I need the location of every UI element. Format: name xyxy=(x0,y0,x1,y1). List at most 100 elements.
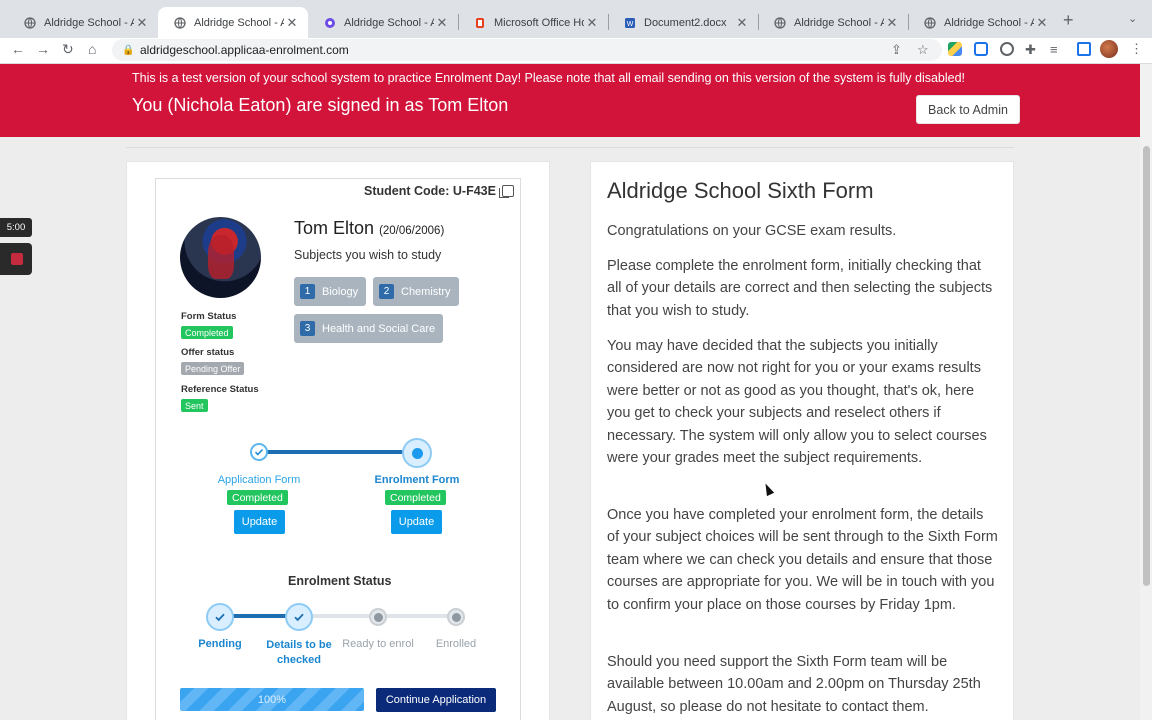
close-tab-icon[interactable]: ✕ xyxy=(734,15,750,31)
pending-step-check-icon xyxy=(206,603,234,631)
close-tab-icon[interactable]: ✕ xyxy=(434,15,450,31)
reference-status-badge: Sent xyxy=(181,399,208,412)
subject-number: 1 xyxy=(300,284,315,299)
subject-chip-health-social-care: 3 Health and Social Care xyxy=(294,314,444,343)
side-panel-icon[interactable] xyxy=(1077,42,1091,56)
subject-number: 3 xyxy=(300,321,315,336)
offer-status-badge: Pending Offer xyxy=(181,362,245,375)
reference-status-label: Reference Status xyxy=(181,384,259,395)
browser-tab[interactable]: Aldridge School - A S ✕ xyxy=(308,7,458,38)
browser-tab[interactable]: Aldridge School - A S ✕ xyxy=(758,7,908,38)
subjects-title: Subjects you wish to study xyxy=(294,248,442,262)
close-tab-icon[interactable]: ✕ xyxy=(1034,15,1050,31)
info-paragraph: You may have decided that the subjects y… xyxy=(607,338,987,467)
browser-tab-active[interactable]: Aldridge School - A S ✕ xyxy=(158,7,308,38)
share-icon[interactable]: ⇪ xyxy=(891,42,902,58)
subject-chip-chemistry: 2 Chemistry xyxy=(373,277,459,306)
enrolment-step-current-icon xyxy=(402,438,432,468)
subject-name: Chemistry xyxy=(401,285,451,298)
test-notice: This is a test version of your school sy… xyxy=(132,71,966,85)
extension-icon[interactable] xyxy=(1000,42,1014,56)
reading-list-icon[interactable]: ≡ xyxy=(1050,42,1058,57)
tab-search-icon[interactable]: ⌄ xyxy=(1128,12,1137,25)
stop-recording-button[interactable] xyxy=(0,243,32,275)
url-text: aldridgeschool.applicaa-enrolment.com xyxy=(140,43,349,57)
drive-extension-icon[interactable] xyxy=(948,42,962,56)
enrolment-form-status-badge: Completed xyxy=(385,490,446,505)
back-arrow-icon[interactable]: ← xyxy=(11,41,25,57)
word-icon: W xyxy=(624,17,636,29)
office-icon xyxy=(474,17,486,29)
globe-icon xyxy=(24,16,36,29)
subject-number: 2 xyxy=(379,284,394,299)
tab-separator xyxy=(908,14,909,30)
step-enrolled-label: Enrolled xyxy=(435,638,477,650)
subject-name: Health and Social Care xyxy=(322,322,436,335)
browser-tab[interactable]: Aldridge School - A S ✕ xyxy=(908,7,1058,38)
update-application-button[interactable]: Update xyxy=(234,510,285,534)
close-tab-icon[interactable]: ✕ xyxy=(884,15,900,31)
scrollbar-thumb[interactable] xyxy=(1143,146,1150,586)
browser-tab[interactable]: W Document2.docx ✕ xyxy=(608,7,758,38)
student-name: Tom Elton (20/06/2006) xyxy=(294,218,444,239)
enrolment-status-title: Enrolment Status xyxy=(288,574,392,588)
kebab-menu-icon[interactable]: ⋮ xyxy=(1130,41,1143,57)
browser-tab[interactable]: Aldridge School - A S ✕ xyxy=(8,7,158,38)
tab-separator xyxy=(458,14,459,30)
svg-text:W: W xyxy=(627,21,634,28)
address-bar[interactable]: 🔒 aldridgeschool.applicaa-enrolment.com xyxy=(112,39,942,61)
continue-application-button[interactable]: Continue Application xyxy=(376,688,496,712)
info-title: Aldridge School Sixth Form xyxy=(607,178,874,203)
new-tab-icon[interactable]: + xyxy=(1063,10,1074,31)
ready-step-dot-icon xyxy=(369,608,387,626)
signed-in-as: You (Nichola Eaton) are signed in as Tom… xyxy=(132,95,509,115)
application-step-check-icon xyxy=(250,443,268,461)
student-code: Student Code: U-F43E xyxy=(364,184,514,198)
student-dob: (20/06/2006) xyxy=(379,225,445,237)
close-tab-icon[interactable]: ✕ xyxy=(284,15,300,31)
details-step-check-icon xyxy=(285,603,313,631)
subject-chip-biology: 1 Biology xyxy=(294,277,367,306)
info-paragraph: Once you have completed your enrolment f… xyxy=(607,507,998,613)
back-to-admin-button[interactable]: Back to Admin xyxy=(916,95,1020,124)
student-name-text: Tom Elton xyxy=(294,218,375,238)
reload-icon[interactable]: ↻ xyxy=(62,41,74,58)
step-ready-label: Ready to enrol xyxy=(342,638,414,650)
update-enrolment-button[interactable]: Update xyxy=(391,510,442,534)
enrolled-step-dot-icon xyxy=(447,608,465,626)
globe-icon xyxy=(774,16,786,29)
screen-record-extension-icon[interactable] xyxy=(974,42,988,56)
application-form-label: Application Form xyxy=(217,474,301,486)
enrolment-form-label: Enrolment Form xyxy=(374,474,460,486)
bookmark-star-icon[interactable]: ☆ xyxy=(917,42,929,58)
puzzle-extensions-icon[interactable]: ✚ xyxy=(1025,42,1036,58)
step-pending-label: Pending xyxy=(198,638,242,650)
subject-name: Biology xyxy=(322,285,359,298)
close-tab-icon[interactable]: ✕ xyxy=(134,15,150,31)
copy-icon[interactable] xyxy=(498,185,514,198)
enrolment-progress-bar: 100% xyxy=(180,688,364,711)
home-icon[interactable]: ⌂ xyxy=(88,41,96,57)
applicaa-icon xyxy=(324,17,336,29)
profile-avatar[interactable] xyxy=(1100,40,1118,58)
divider xyxy=(126,147,1014,148)
student-avatar xyxy=(180,217,261,298)
globe-icon xyxy=(174,16,186,29)
forward-arrow-icon[interactable]: → xyxy=(36,41,50,57)
application-form-status-badge: Completed xyxy=(227,490,288,505)
info-paragraph: Please complete the enrolment form, init… xyxy=(607,258,993,319)
form-status-label: Form Status xyxy=(181,311,237,322)
info-paragraph: Should you need support the Sixth Form t… xyxy=(607,654,981,715)
offer-status-label: Offer status xyxy=(181,347,235,358)
page-scrollbar[interactable] xyxy=(1140,64,1152,720)
tab-separator xyxy=(608,14,609,30)
browser-toolbar: ← → ↻ ⌂ 🔒 aldridgeschool.applicaa-enrolm… xyxy=(0,38,1152,64)
browser-tab-bar: Aldridge School - A S ✕ Aldridge School … xyxy=(0,0,1152,38)
form-progress-track xyxy=(259,450,417,454)
close-tab-icon[interactable]: ✕ xyxy=(584,15,600,31)
test-mode-banner: This is a test version of your school sy… xyxy=(0,64,1140,137)
browser-tab[interactable]: Microsoft Office Hom ✕ xyxy=(458,7,608,38)
globe-icon xyxy=(924,16,936,29)
stop-icon xyxy=(11,253,23,265)
info-paragraph: Congratulations on your GCSE exam result… xyxy=(607,223,897,239)
